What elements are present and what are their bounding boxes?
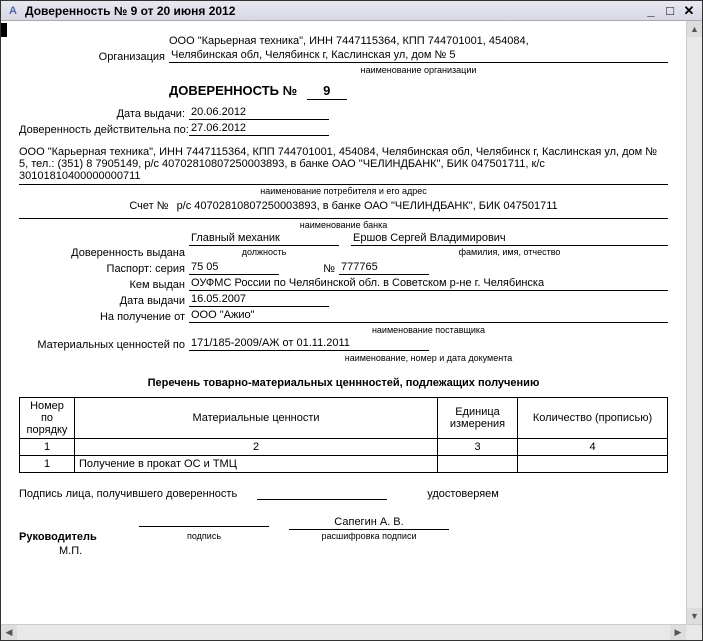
col-num: Номер по порядку	[20, 398, 75, 439]
cell-num: 1	[20, 456, 75, 473]
account-caption: наименование банка	[19, 220, 668, 230]
receive-from: ООО "Ажио"	[189, 309, 668, 323]
scroll-left-icon[interactable]: ◀	[1, 625, 17, 640]
received-sign-line	[257, 487, 387, 500]
org-line1: ООО "Карьерная техника", ИНН 7447115364,…	[169, 35, 668, 47]
account-label: Счет №	[129, 200, 172, 212]
horizontal-scrollbar[interactable]: ◀ ▶	[1, 624, 702, 640]
table-header-row: Номер по порядку Материальные ценности Е…	[20, 398, 668, 439]
items-table: Номер по порядку Материальные ценности Е…	[19, 397, 668, 473]
issued-label: Доверенность выдана	[19, 247, 189, 259]
passport-label: Паспорт: серия	[19, 263, 189, 275]
passport-issuedby: ОУФМС России по Челябинской обл. в Совет…	[189, 277, 668, 291]
stamp-label: М.П.	[59, 545, 668, 557]
sub-c4: 4	[518, 439, 668, 456]
issued-fullname: Ершов Сергей Владимирович	[351, 232, 668, 246]
col-qty: Количество (прописью)	[518, 398, 668, 439]
issue-date-label: Дата выдачи:	[19, 108, 189, 120]
doc-title-prefix: ДОВЕРЕННОСТЬ №	[169, 83, 297, 98]
text-cursor	[1, 23, 7, 37]
scroll-down-icon[interactable]: ▼	[687, 608, 702, 624]
minimize-button[interactable]: _	[642, 3, 660, 19]
window-title: Доверенность № 9 от 20 июня 2012	[25, 4, 641, 18]
valid-until-label: Доверенность действительна по:	[19, 124, 189, 136]
doc-title: ДОВЕРЕННОСТЬ № 9	[169, 83, 668, 100]
col-name: Материальные ценности	[75, 398, 438, 439]
account-text: р/с 40702810807250003893, в банке ОАО "Ч…	[173, 200, 558, 212]
cell-name: Получение в прокат ОС и ТМЦ	[75, 456, 438, 473]
sub-c2: 2	[75, 439, 438, 456]
values-by-label: Материальных ценностей по	[19, 339, 189, 351]
passport-date: 16.05.2007	[189, 293, 329, 307]
org-caption: наименование организации	[169, 65, 668, 75]
table-row: 1 Получение в прокат ОС и ТМЦ	[20, 456, 668, 473]
valid-until: 27.06.2012	[189, 122, 329, 136]
issued-position: Главный механик	[189, 232, 339, 246]
signature-area: Подпись лица, получившего доверенность у…	[19, 487, 668, 557]
issued-position-caption: должность	[189, 247, 339, 257]
sub-c3: 3	[438, 439, 518, 456]
receive-from-caption: наименование поставщика	[189, 325, 668, 335]
passport-series: 75 05	[189, 261, 279, 275]
consumer-text: ООО "Карьерная техника", ИНН 7447115364,…	[19, 146, 668, 182]
vertical-scrollbar[interactable]: ▲ ▼	[686, 21, 702, 624]
passport-number: 777765	[339, 261, 429, 275]
sign-caption: подпись	[139, 531, 269, 541]
org-label: Организация	[19, 51, 169, 63]
scroll-right-icon[interactable]: ▶	[670, 625, 686, 640]
cell-qty	[518, 456, 668, 473]
content-wrap: ООО "Карьерная техника", ИНН 7447115364,…	[1, 21, 702, 624]
values-by: 171/185-2009/АЖ от 01.11.2011	[189, 337, 429, 351]
consumer-caption: наименование потребителя и его адрес	[19, 186, 668, 196]
org-line2: Челябинская обл, Челябинск г, Каслинская…	[169, 49, 668, 63]
scroll-up-icon[interactable]: ▲	[687, 21, 702, 37]
certify-label: удостоверяем	[427, 488, 499, 500]
head-label: Руководитель	[19, 531, 139, 543]
head-name: Сапегин А. В.	[289, 516, 449, 530]
issued-fullname-caption: фамилия, имя, отчество	[351, 247, 668, 257]
doc-number: 9	[307, 83, 347, 100]
app-icon: A	[5, 3, 21, 19]
consumer-underline	[19, 184, 668, 185]
passport-date-label: Дата выдачи	[19, 295, 189, 307]
issue-date: 20.06.2012	[189, 106, 329, 120]
decode-caption: расшифровка подписи	[289, 531, 449, 541]
close-button[interactable]: ✕	[680, 3, 698, 19]
account-underline	[19, 218, 668, 219]
received-label: Подпись лица, получившего доверенность	[19, 488, 237, 500]
cell-unit	[438, 456, 518, 473]
passport-issuedby-label: Кем выдан	[19, 279, 189, 291]
passport-number-label: №	[279, 263, 339, 275]
maximize-button[interactable]: □	[661, 3, 679, 19]
col-unit: Единица измерения	[438, 398, 518, 439]
window: A Доверенность № 9 от 20 июня 2012 _ □ ✕…	[0, 0, 703, 641]
values-by-caption: наименование, номер и дата документа	[189, 353, 668, 363]
head-sign-line	[139, 514, 269, 527]
document-area: ООО "Карьерная техника", ИНН 7447115364,…	[1, 21, 686, 624]
table-subheader-row: 1 2 3 4	[20, 439, 668, 456]
titlebar[interactable]: A Доверенность № 9 от 20 июня 2012 _ □ ✕	[1, 1, 702, 21]
sub-c1: 1	[20, 439, 75, 456]
list-heading: Перечень товарно-материальных ценнностей…	[19, 377, 668, 389]
receive-from-label: На получение от	[19, 311, 189, 323]
